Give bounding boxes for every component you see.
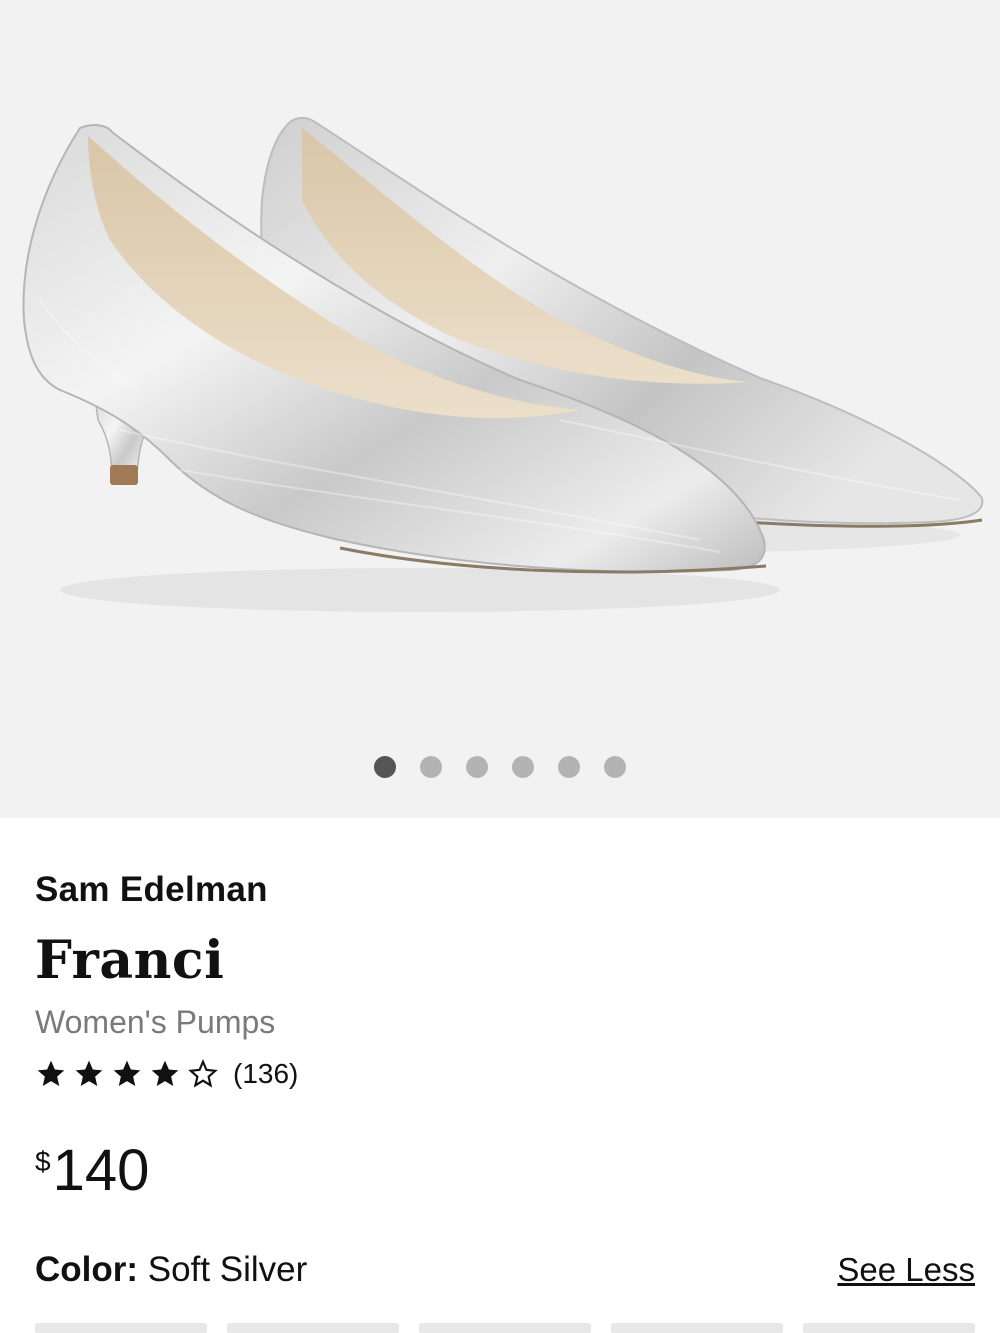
brand-name[interactable]: Sam Edelman <box>35 870 268 910</box>
price-amount: 140 <box>52 1138 150 1203</box>
color-swatch-row <box>0 1323 1000 1333</box>
color-swatch[interactable] <box>35 1323 207 1333</box>
color-swatch[interactable] <box>419 1323 591 1333</box>
product-image-gallery[interactable] <box>0 0 1000 818</box>
star-filled-icon <box>151 1060 179 1086</box>
color-swatch[interactable] <box>803 1323 975 1333</box>
star-empty-icon <box>188 1059 218 1088</box>
see-less-link[interactable]: See Less <box>837 1251 975 1289</box>
product-image[interactable] <box>0 0 1000 740</box>
gallery-dot-6[interactable] <box>604 756 626 778</box>
gallery-dot-3[interactable] <box>466 756 488 778</box>
price-currency: $ <box>35 1146 51 1177</box>
color-label: Color: <box>35 1250 139 1289</box>
star-filled-icon <box>113 1060 141 1086</box>
product-price: $ 140 <box>35 1140 149 1202</box>
gallery-dot-4[interactable] <box>512 756 534 778</box>
gallery-pagination <box>0 755 1000 779</box>
color-selection: Color: Soft Silver <box>35 1250 307 1290</box>
gallery-dot-5[interactable] <box>558 756 580 778</box>
product-name: Franci <box>35 930 225 991</box>
color-value: Soft Silver <box>147 1250 308 1289</box>
gallery-dot-1[interactable] <box>374 756 396 778</box>
color-selector-header: Color: Soft Silver See Less <box>35 1248 975 1292</box>
product-category: Women's Pumps <box>35 1004 276 1040</box>
gallery-dot-2[interactable] <box>420 756 442 778</box>
star-filled-icon <box>75 1060 103 1086</box>
color-swatch[interactable] <box>227 1323 399 1333</box>
star-filled-icon <box>37 1060 65 1086</box>
review-count[interactable]: (136) <box>233 1058 298 1090</box>
color-swatch[interactable] <box>611 1323 783 1333</box>
product-rating[interactable]: (136) <box>35 1056 298 1092</box>
